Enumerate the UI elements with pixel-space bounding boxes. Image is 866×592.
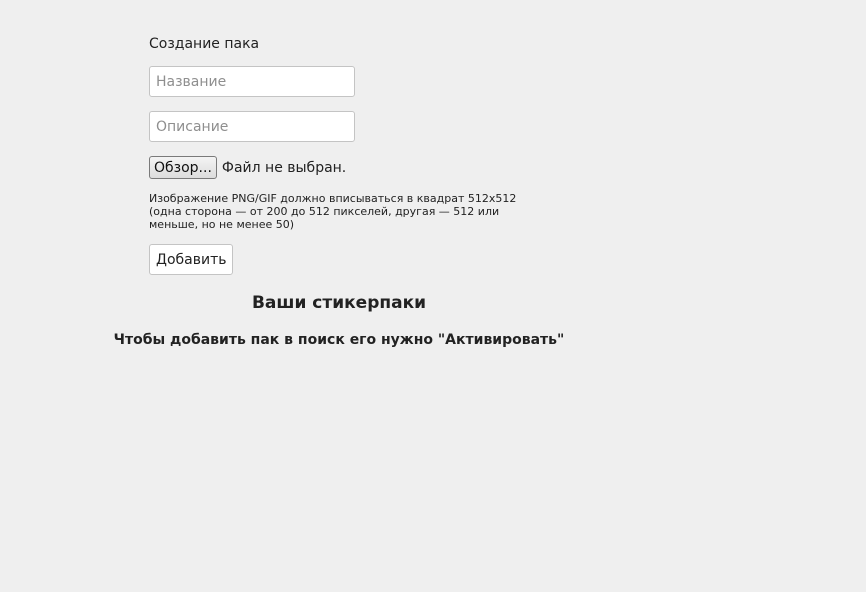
file-status-label: Файл не выбран. bbox=[221, 159, 347, 176]
hint-line: (одна сторона — от 200 до 512 пикселей, … bbox=[149, 205, 500, 218]
your-sticker-packs-heading: Ваши стикерпаки bbox=[251, 293, 427, 313]
hint-line: Изображение PNG/GIF должно вписываться в… bbox=[149, 192, 517, 205]
pack-description-input[interactable] bbox=[149, 111, 355, 142]
image-requirements-hint: Изображение PNG/GIF должно вписываться в… bbox=[149, 192, 529, 231]
hint-line: меньше, но не менее 50) bbox=[149, 218, 295, 231]
page: Создание пака Обзор... Файл не выбран. И… bbox=[0, 0, 866, 592]
add-pack-button[interactable]: Добавить bbox=[149, 244, 234, 275]
pack-name-input[interactable] bbox=[149, 66, 355, 97]
file-picker: Обзор... Файл не выбран. bbox=[149, 156, 549, 179]
browse-file-button[interactable]: Обзор... bbox=[149, 156, 217, 179]
form-title: Создание пака bbox=[149, 36, 260, 52]
activate-note: Чтобы добавить пак в поиск его нужно "Ак… bbox=[113, 332, 565, 348]
create-pack-form: Создание пака Обзор... Файл не выбран. И… bbox=[149, 34, 549, 275]
